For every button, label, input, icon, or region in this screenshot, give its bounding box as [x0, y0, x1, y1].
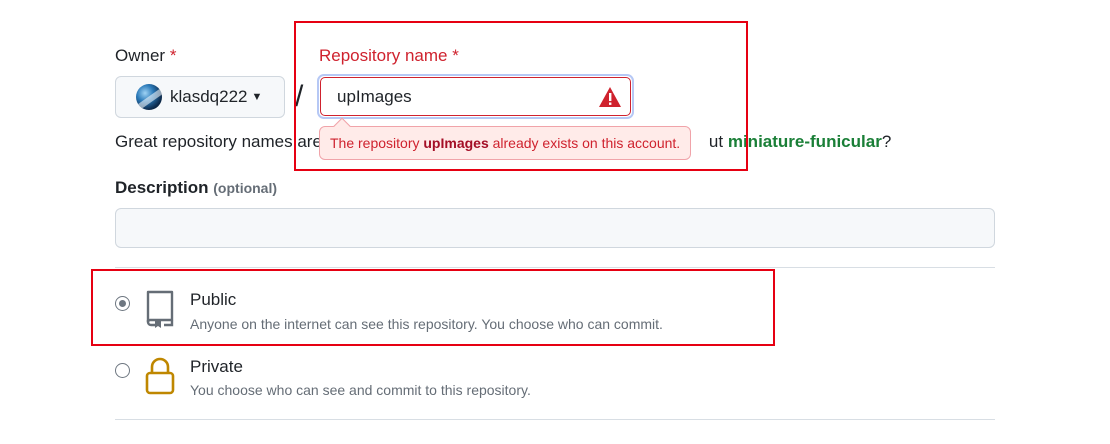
- owner-select-button[interactable]: klasdq222 ▼: [115, 76, 285, 118]
- description-label-text: Description: [115, 178, 209, 197]
- hint-text-tail: ut: [708, 132, 724, 151]
- visibility-private-title: Private: [190, 357, 243, 376]
- repository-name-label-text: Repository name: [319, 46, 448, 65]
- avatar: [136, 84, 162, 110]
- owner-label-text: Owner: [115, 46, 166, 65]
- divider: [115, 419, 995, 420]
- repository-name-field: [317, 74, 634, 119]
- name-suggestion-link[interactable]: miniature-funicular: [728, 132, 882, 151]
- chevron-down-icon: ▼: [251, 91, 263, 103]
- owner-label: Owner *: [115, 46, 176, 66]
- repository-name-label: Repository name *: [319, 46, 459, 66]
- repository-name-error-popover: The repository upImages already exists o…: [319, 126, 692, 160]
- error-suffix: already exists on this account.: [492, 135, 681, 151]
- owner-repo-separator: /: [295, 80, 304, 113]
- lock-icon: [145, 357, 175, 395]
- repository-name-input[interactable]: [320, 77, 631, 116]
- warning-icon: [599, 87, 621, 107]
- hint-text: Great repository names are: [115, 132, 322, 151]
- visibility-private-description: You choose who can see and commit to thi…: [190, 382, 531, 398]
- visibility-public-radio[interactable]: [115, 296, 130, 311]
- owner-name: klasdq222: [170, 87, 248, 106]
- description-optional-tag: (optional): [213, 180, 278, 196]
- repo-icon: [146, 290, 174, 328]
- description-input[interactable]: [115, 208, 995, 248]
- visibility-public-title: Public: [190, 290, 237, 309]
- error-repo-name: upImages: [423, 135, 489, 151]
- hint-end: ?: [881, 132, 892, 151]
- error-prefix: The repository: [330, 135, 420, 151]
- divider: [115, 267, 995, 268]
- repository-required-mark: *: [452, 46, 459, 65]
- visibility-public-description: Anyone on the internet can see this repo…: [190, 316, 663, 332]
- visibility-private-radio[interactable]: [115, 363, 130, 378]
- description-label: Description (optional): [115, 178, 277, 198]
- owner-required-mark: *: [169, 46, 177, 65]
